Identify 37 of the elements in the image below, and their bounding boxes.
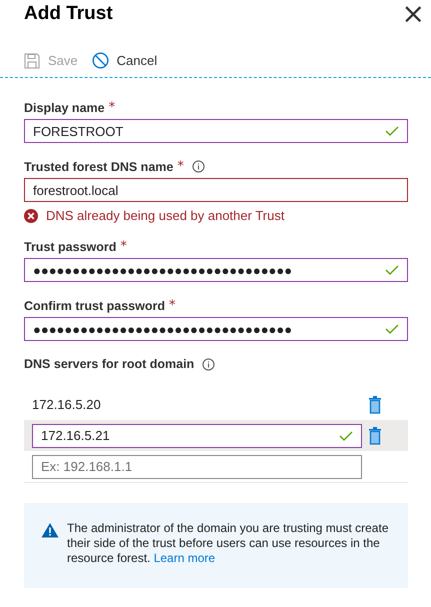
list-row[interactable]: 172.16.5.21 — [24, 420, 408, 451]
trash-icon — [368, 426, 382, 444]
error-icon — [24, 208, 38, 222]
delete-button[interactable] — [368, 396, 382, 414]
cancel-button[interactable]: Cancel — [92, 52, 158, 69]
check-icon — [385, 264, 399, 276]
delete-button[interactable] — [368, 426, 382, 444]
input-field[interactable]: FORESTROOT — [24, 119, 408, 143]
input-field[interactable]: Ex: 192.168.1.1 — [32, 454, 362, 478]
notice-text: The administrator of the domain you are trusting must create their side of the trust before users can use resources in the resource forest. Learn more — [67, 521, 390, 566]
field-label: Trust password — [24, 240, 116, 254]
required-mark: * — [120, 239, 127, 254]
check-icon — [385, 125, 399, 137]
input-field[interactable]: 172.16.5.21 — [32, 424, 362, 448]
field-label: DNS servers for root domain — [24, 357, 194, 371]
check-icon — [385, 323, 399, 335]
field-label: Display name — [24, 100, 105, 114]
learn-more-link[interactable]: Learn more — [154, 551, 216, 565]
input-field[interactable]: ●●●●●●●●●●●●●●●●●●●●●●●●●●●●●●●●● — [24, 258, 408, 282]
error-message: DNS already being used by another Trust — [46, 208, 284, 223]
save-icon — [24, 52, 40, 68]
field-label: Confirm trust password — [24, 298, 165, 312]
cancel-icon — [92, 52, 109, 69]
dns-server-address: 172.16.5.20 — [32, 397, 102, 412]
check-icon — [339, 430, 353, 442]
required-mark: * — [108, 100, 116, 115]
input-field[interactable]: forestroot.local — [24, 178, 408, 202]
warning-icon — [41, 522, 59, 538]
close-button[interactable]: × — [402, 0, 431, 28]
window-title: Add Trust — [24, 3, 113, 25]
input-field[interactable]: ●●●●●●●●●●●●●●●●●●●●●●●●●●●●●●●●● — [24, 317, 408, 341]
trash-icon — [368, 396, 382, 414]
list-row[interactable]: Ex: 192.168.1.1 — [24, 451, 408, 482]
list-row[interactable]: 172.16.5.20 — [24, 389, 408, 420]
required-mark: * — [177, 159, 184, 174]
required-mark: * — [169, 298, 176, 313]
field-label: Trusted forest DNS name — [24, 160, 174, 174]
